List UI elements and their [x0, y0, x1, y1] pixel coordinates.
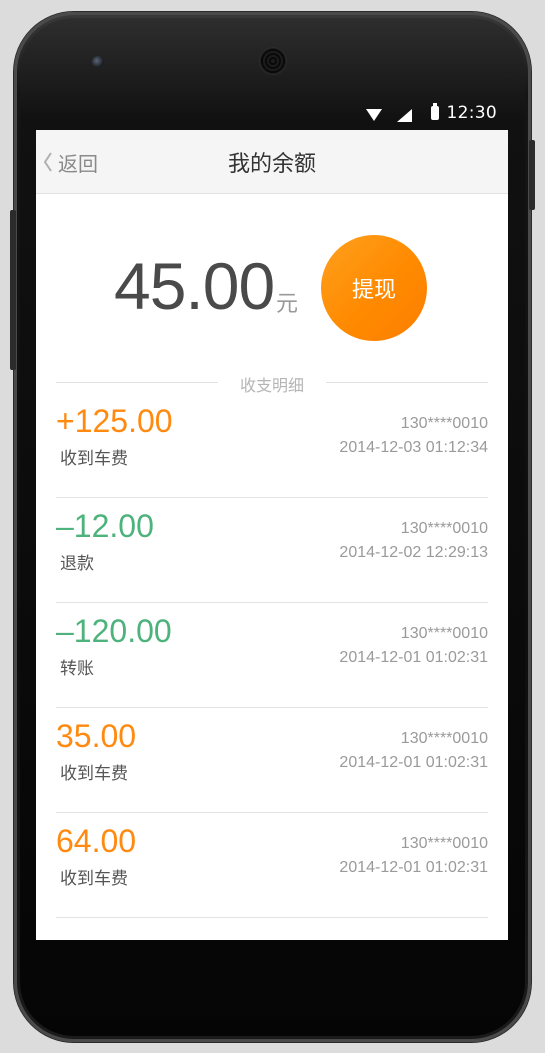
transaction-item[interactable]: –12.00 退款 130****0010 2014-12-02 12:29:1…: [56, 498, 488, 603]
transaction-amount: –120.00: [56, 613, 172, 649]
status-bar: 12:30: [36, 100, 508, 130]
signal-icon: [397, 109, 412, 122]
divider-line: [326, 382, 488, 383]
withdraw-button[interactable]: 提现: [321, 235, 427, 341]
transaction-amount: 64.00: [56, 823, 137, 859]
balance-panel: 45.00 元 提现: [36, 235, 508, 350]
transaction-phone: 130****0010: [400, 730, 488, 747]
transaction-list: +125.00 收到车费 130****0010 2014-12-03 01:1…: [56, 393, 488, 918]
status-time: 12:30: [446, 103, 497, 123]
balance-unit: 元: [276, 292, 299, 317]
wifi-icon: [366, 109, 382, 121]
volume-button: [10, 210, 16, 370]
transaction-amount: +125.00: [56, 403, 173, 439]
transaction-type: 退款: [60, 554, 94, 574]
balance-amount: 45.00: [114, 249, 275, 323]
transaction-amount: 35.00: [56, 718, 137, 754]
section-header: 收支明细: [56, 372, 488, 395]
app-screen: 返回 我的余额 45.00 元 提现 收支明细 +125.00 收到车费 130…: [36, 130, 508, 940]
transaction-time: 2014-12-03 01:12:34: [339, 439, 488, 456]
front-camera: [92, 56, 104, 68]
transaction-type: 转账: [60, 659, 94, 679]
earpiece-speaker: [260, 48, 286, 74]
power-button: [529, 140, 535, 210]
transaction-phone: 130****0010: [400, 625, 488, 642]
transaction-item[interactable]: 64.00 收到车费 130****0010 2014-12-01 01:02:…: [56, 813, 488, 918]
transaction-time: 2014-12-01 01:02:31: [339, 754, 488, 771]
navigation-bar: 返回 我的余额: [36, 130, 508, 194]
transaction-time: 2014-12-01 01:02:31: [339, 859, 488, 876]
transaction-phone: 130****0010: [400, 835, 488, 852]
transaction-item[interactable]: 35.00 收到车费 130****0010 2014-12-01 01:02:…: [56, 708, 488, 813]
transaction-phone: 130****0010: [400, 520, 488, 537]
transaction-type: 收到车费: [60, 764, 128, 784]
battery-icon: [431, 103, 439, 120]
transaction-phone: 130****0010: [400, 415, 488, 432]
transaction-amount: –12.00: [56, 508, 154, 544]
transaction-time: 2014-12-01 01:02:31: [339, 649, 488, 666]
page-title: 我的余额: [227, 152, 316, 177]
transaction-type: 收到车费: [60, 449, 128, 469]
transaction-type: 收到车费: [60, 869, 128, 889]
transaction-time: 2014-12-02 12:29:13: [339, 544, 488, 561]
transaction-item[interactable]: +125.00 收到车费 130****0010 2014-12-03 01:1…: [56, 393, 488, 498]
transaction-item[interactable]: –120.00 转账 130****0010 2014-12-01 01:02:…: [56, 603, 488, 708]
